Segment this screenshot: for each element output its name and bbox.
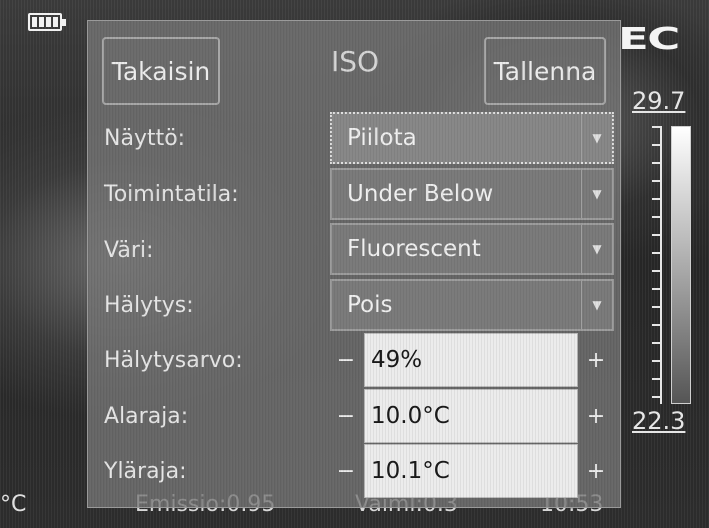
chevron-down-icon: ▼: [581, 281, 612, 329]
display-select-value: Piilota: [347, 125, 417, 151]
mode-label: Toimintatila:: [104, 182, 239, 207]
upper-limit-field[interactable]: 10.1°C: [364, 444, 578, 498]
scale-ticks: [652, 126, 662, 404]
color-select[interactable]: Fluorescent ▼: [330, 223, 614, 275]
color-label: Väri:: [104, 238, 154, 263]
status-unit: °C: [0, 492, 27, 517]
mode-select-value: Under Below: [347, 181, 494, 207]
alarm-value-field[interactable]: 49%: [364, 333, 578, 387]
scale-min-value: 22.3: [632, 407, 686, 435]
lower-limit-label: Alaraja:: [104, 404, 189, 429]
alarm-label: Hälytys:: [104, 293, 194, 318]
chevron-down-icon: ▼: [581, 114, 612, 162]
mode-select[interactable]: Under Below ▼: [330, 168, 614, 220]
upper-limit-decrement-button[interactable]: −: [334, 445, 358, 497]
iso-settings-dialog: Takaisin ISO Tallenna Näyttö: Piilota ▼ …: [87, 20, 621, 508]
brand-logo: EC: [618, 22, 680, 57]
alarm-value-decrement-button[interactable]: −: [334, 334, 358, 386]
alarm-select[interactable]: Pois ▼: [330, 279, 614, 331]
alarm-value-increment-button[interactable]: +: [584, 334, 608, 386]
chevron-down-icon: ▼: [581, 225, 612, 273]
alarm-select-value: Pois: [347, 292, 393, 318]
color-select-value: Fluorescent: [347, 236, 481, 262]
lower-limit-increment-button[interactable]: +: [584, 390, 608, 442]
scale-max-value: 29.7: [632, 87, 686, 115]
lower-limit-field[interactable]: 10.0°C: [364, 389, 578, 443]
chevron-down-icon: ▼: [581, 170, 612, 218]
alarm-value-label: Hälytysarvo:: [104, 348, 243, 373]
lower-limit-decrement-button[interactable]: −: [334, 390, 358, 442]
color-scale-bar: [671, 126, 691, 404]
upper-limit-increment-button[interactable]: +: [584, 445, 608, 497]
upper-limit-label: Yläraja:: [104, 459, 187, 484]
display-select[interactable]: Piilota ▼: [330, 112, 614, 164]
save-button[interactable]: Tallenna: [484, 37, 606, 105]
battery-icon: [28, 13, 66, 31]
display-label: Näyttö:: [104, 126, 186, 151]
